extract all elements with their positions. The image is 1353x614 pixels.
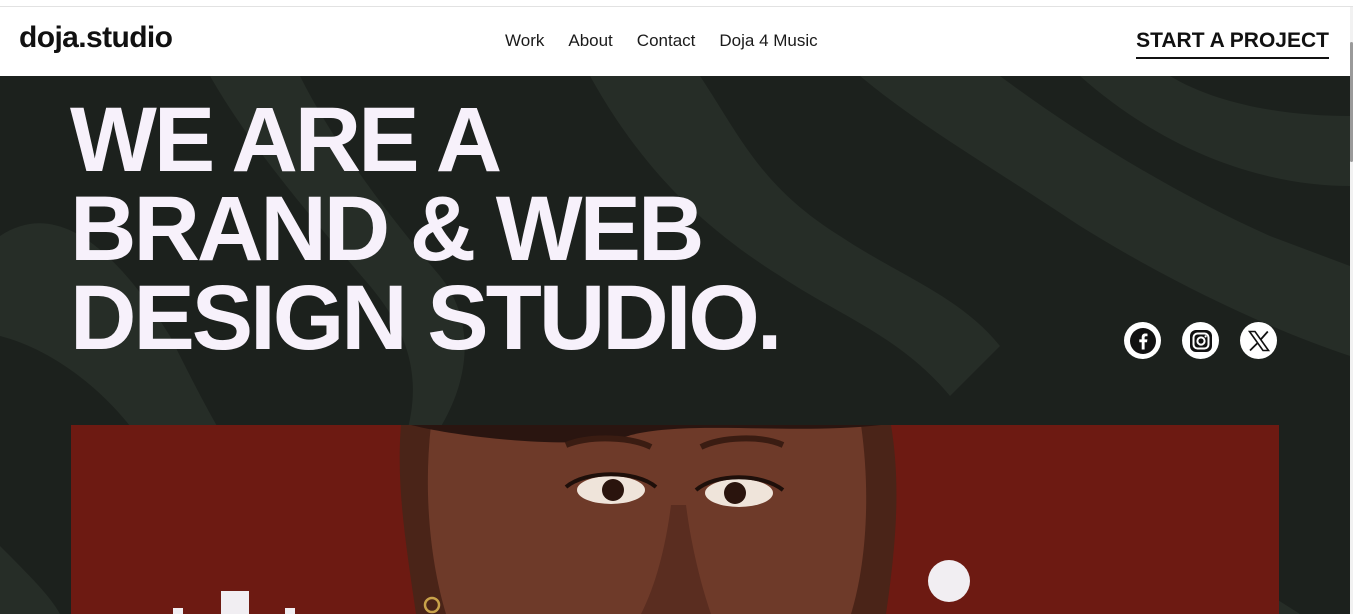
browser-top-strip bbox=[0, 0, 1353, 7]
nav-link-contact[interactable]: Contact bbox=[637, 31, 696, 51]
headline-line-3: DESIGN STUDIO. bbox=[70, 267, 782, 369]
nav-link-about[interactable]: About bbox=[568, 31, 612, 51]
social-links bbox=[1124, 322, 1277, 359]
nav-link-doja-4-music[interactable]: Doja 4 Music bbox=[719, 31, 817, 51]
start-project-button[interactable]: START A PROJECT bbox=[1136, 29, 1329, 59]
site-logo[interactable]: doja.studio bbox=[19, 21, 173, 55]
facebook-icon[interactable] bbox=[1124, 322, 1161, 359]
instagram-icon[interactable] bbox=[1182, 322, 1219, 359]
headline-line-2: BRAND & WEB bbox=[70, 178, 704, 280]
hero-portrait-image bbox=[71, 425, 1279, 614]
x-icon[interactable] bbox=[1240, 322, 1277, 359]
hero-headline: WE ARE A BRAND & WEB DESIGN STUDIO. bbox=[70, 89, 782, 369]
site-header: doja.studio Work About Contact Doja 4 Mu… bbox=[0, 7, 1350, 76]
hero-section: WE ARE A BRAND & WEB DESIGN STUDIO. bbox=[0, 76, 1350, 614]
headline-line-1: WE ARE A bbox=[70, 89, 502, 191]
nav-link-work[interactable]: Work bbox=[505, 31, 544, 51]
main-nav: Work About Contact Doja 4 Music bbox=[505, 31, 842, 51]
